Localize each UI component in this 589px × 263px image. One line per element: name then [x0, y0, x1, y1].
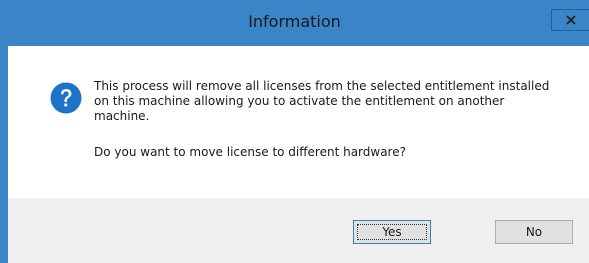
message-text: This process will remove all licenses fr…: [94, 79, 554, 160]
dialog-window: Information This process will remove all…: [0, 0, 589, 263]
message-question: Do you want to move license to different…: [94, 145, 406, 159]
question-icon: [50, 82, 82, 114]
title-bar[interactable]: Information: [0, 0, 589, 46]
no-button-label: No: [525, 225, 543, 239]
close-icon: [565, 15, 576, 25]
message-body: This process will remove all licenses fr…: [94, 79, 550, 123]
yes-button[interactable]: Yes: [353, 220, 431, 244]
no-button[interactable]: No: [495, 220, 573, 244]
close-button[interactable]: [551, 9, 589, 31]
dialog-body: This process will remove all licenses fr…: [8, 46, 589, 263]
yes-button-label: Yes: [382, 225, 402, 239]
dialog-title: Information: [248, 12, 341, 31]
button-bar: Yes No: [8, 198, 589, 263]
